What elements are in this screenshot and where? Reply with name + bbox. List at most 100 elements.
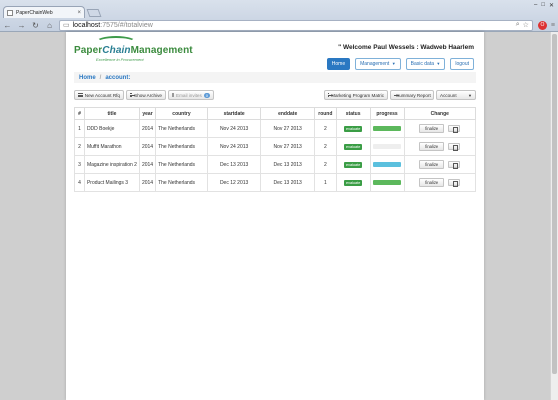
cell-change: finalize: [403, 137, 476, 156]
summary-report-button[interactable]: Summary Report: [390, 90, 434, 100]
cell-progress: [369, 137, 405, 156]
show-archive-button[interactable]: Show Archive: [126, 90, 166, 100]
finalize-button[interactable]: finalize: [419, 142, 445, 151]
browser-viewport: PaperChainManagement Excellence in Procu…: [0, 32, 558, 400]
breadcrumb-separator: /: [99, 74, 102, 81]
table-body: 1 DDD Boekje 2014 The Netherlands Nov 24 201…: [74, 119, 476, 192]
trash-icon[interactable]: [448, 143, 461, 152]
cell-progress: [369, 155, 405, 174]
progress-bar: [373, 180, 402, 185]
action-bar: New Account Rfq Show Archive Email invit…: [74, 90, 476, 102]
column-header: Change: [403, 107, 476, 120]
cell-status: evaluate: [335, 137, 371, 156]
menu-icon[interactable]: ≡: [551, 22, 555, 29]
table-row[interactable]: 4 Product Mailings 3 2014 The Netherlands De…: [74, 173, 476, 192]
cell-country: The Netherlands: [155, 155, 208, 174]
column-header[interactable]: title: [83, 107, 140, 120]
status-badge: evaluate: [343, 161, 363, 168]
new-account-rfq-button[interactable]: New Account Rfq: [74, 90, 124, 100]
star-icon[interactable]: ☆: [523, 21, 529, 29]
home-icon[interactable]: ⌂: [45, 21, 54, 30]
logo-swoosh: [96, 36, 136, 48]
new-tab-button[interactable]: [86, 9, 102, 17]
cell-enddate: Dec 13 2013: [260, 173, 315, 192]
email-invites-button[interactable]: Email invites 0: [168, 90, 214, 100]
browser-tab[interactable]: PaperChainWeb ×: [3, 6, 85, 18]
caret-down-icon: ▼: [468, 92, 472, 98]
trash-icon[interactable]: [448, 125, 461, 134]
window-controls: – □ ✕: [534, 2, 554, 9]
status-badge: evaluate: [343, 179, 363, 186]
row-number: 3: [74, 155, 85, 174]
cell-change: finalize: [403, 155, 476, 174]
account-dropdown[interactable]: Account ▼: [436, 90, 476, 100]
cell-enddate: Nov 27 2013: [260, 119, 315, 138]
back-icon[interactable]: ←: [3, 21, 12, 30]
row-number: 4: [74, 173, 85, 192]
maximize-icon[interactable]: □: [541, 2, 545, 9]
progress-bar: [373, 126, 402, 131]
column-header[interactable]: country: [155, 107, 208, 120]
nav-basic-data[interactable]: Basic data ▼: [405, 58, 446, 70]
address-bar[interactable]: ▭ localhost:7575/#/totalview ⌕ ☆: [59, 19, 533, 31]
mail-icon: [172, 93, 174, 97]
scrollbar-thumb[interactable]: [552, 34, 557, 374]
nav-home[interactable]: Home: [326, 58, 351, 70]
cell-change: finalize: [403, 173, 476, 192]
cell-year: 2014: [138, 119, 157, 138]
trash-icon[interactable]: [448, 161, 461, 170]
browser-toolbar: ← → ↻ ⌂ ▭ localhost:7575/#/totalview ⌕ ☆…: [0, 18, 558, 32]
cell-country: The Netherlands: [155, 173, 208, 192]
minimize-icon[interactable]: –: [534, 2, 537, 9]
cell-title: Magazine inspiration 2: [83, 155, 140, 174]
status-badge: evaluate: [343, 125, 363, 132]
finalize-button[interactable]: finalize: [419, 160, 445, 169]
rfq-table: # title year country startdate enddate r…: [74, 107, 476, 192]
page-icon: [7, 9, 13, 16]
caret-down-icon: ▼: [391, 61, 396, 66]
window-close-icon[interactable]: ✕: [549, 2, 554, 9]
search-icon[interactable]: ⌕: [516, 21, 520, 29]
cell-status: evaluate: [335, 119, 371, 138]
cell-round: 1: [313, 173, 337, 192]
finalize-button[interactable]: finalize: [419, 178, 445, 187]
column-header[interactable]: progress: [369, 107, 405, 120]
extension-icon[interactable]: O: [537, 20, 547, 30]
column-header[interactable]: year: [138, 107, 157, 120]
scrollbar[interactable]: [550, 32, 558, 400]
logo-tagline: Excellence in Procurement: [96, 57, 144, 62]
progress-fill: [373, 162, 402, 167]
progress-bar: [373, 144, 402, 149]
table-row[interactable]: 2 Muffit Marathon 2014 The Netherlands Nov 2…: [74, 137, 476, 156]
table-row[interactable]: 1 DDD Boekje 2014 The Netherlands Nov 24 201…: [74, 119, 476, 138]
email-count-badge: 0: [203, 92, 211, 98]
logo-text: PaperChainManagement: [74, 45, 193, 56]
trash-icon[interactable]: [448, 179, 461, 188]
breadcrumb-home[interactable]: Home: [79, 75, 96, 81]
column-header[interactable]: startdate: [206, 107, 262, 120]
nav-management[interactable]: Management ▼: [355, 58, 401, 70]
table-row[interactable]: 3 Magazine inspiration 2 2014 The Netherlan…: [74, 155, 476, 174]
finalize-button[interactable]: finalize: [419, 124, 445, 133]
cell-change: finalize: [403, 119, 476, 138]
close-icon[interactable]: ×: [77, 10, 81, 16]
tab-title: PaperChainWeb: [16, 9, 53, 16]
cell-startdate: Nov 24 2013: [206, 137, 262, 156]
cell-startdate: Dec 13 2013: [206, 155, 262, 174]
progress-fill: [373, 126, 402, 131]
forward-icon[interactable]: →: [17, 21, 26, 30]
page-info-icon: ▭: [63, 22, 70, 29]
column-header[interactable]: #: [74, 107, 85, 120]
marketing-matrix-button[interactable]: Marketing Program Matric: [324, 90, 388, 100]
row-number: 1: [74, 119, 85, 138]
app-page: PaperChainManagement Excellence in Procu…: [66, 32, 484, 400]
status-badge: evaluate: [343, 143, 363, 150]
cell-progress: [369, 119, 405, 138]
nav-logout[interactable]: logout: [450, 58, 474, 70]
reload-icon[interactable]: ↻: [31, 21, 40, 30]
cell-year: 2014: [138, 137, 157, 156]
column-header[interactable]: status: [335, 107, 371, 120]
column-header[interactable]: round: [313, 107, 337, 120]
column-header[interactable]: enddate: [260, 107, 315, 120]
welcome-text: " Welcome Paul Wessels : Wadweb Haarlem: [338, 44, 474, 51]
